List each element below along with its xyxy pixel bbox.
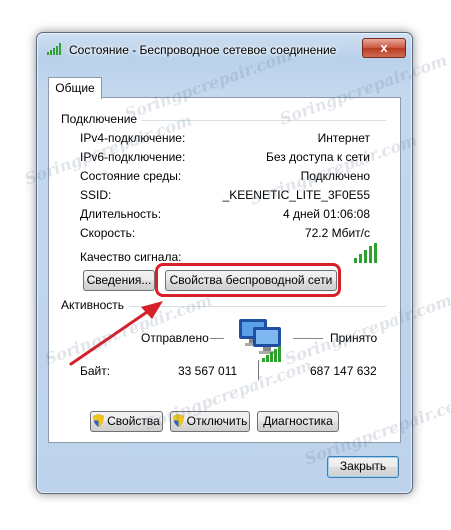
tab-general[interactable]: Общие	[48, 77, 102, 99]
